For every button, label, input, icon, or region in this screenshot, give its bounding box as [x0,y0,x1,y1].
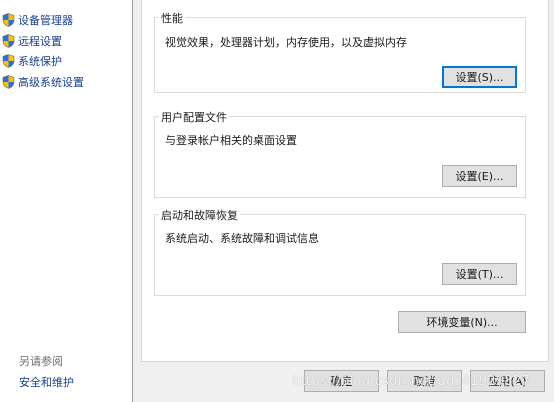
sidebar-link-label: 远程设置 [18,35,62,48]
uac-shield-icon [2,13,15,27]
user-profiles-description: 与登录帐户相关的桌面设置 [165,134,297,147]
performance-description: 视觉效果，处理器计划，内存使用，以及虚拟内存 [165,36,407,49]
system-properties-dialog: 性能 视觉效果，处理器计划，内存使用，以及虚拟内存 设置(S)... 用户配置文… [133,0,554,402]
user-profiles-group: 用户配置文件 与登录帐户相关的桌面设置 设置(E)... [154,109,526,198]
startup-recovery-settings-button[interactable]: 设置(T)... [442,263,517,285]
uac-shield-icon [2,34,15,48]
sidebar-link-advanced-system-settings[interactable]: 高级系统设置 [2,73,84,91]
startup-recovery-group-title: 启动和故障恢复 [159,207,240,223]
uac-shield-icon [2,54,15,68]
user-profiles-settings-button[interactable]: 设置(E)... [442,165,517,187]
startup-recovery-description: 系统启动、系统故障和调试信息 [165,232,319,245]
watermark: https://blog.csdn.net/qq_41929827 [292,374,531,389]
performance-group: 性能 视觉效果，处理器计划，内存使用，以及虚拟内存 设置(S)... [154,10,526,93]
sidebar-link-label: 系统保护 [18,55,62,68]
startup-recovery-group: 启动和故障恢复 系统启动、系统故障和调试信息 设置(T)... [154,207,526,296]
performance-settings-button[interactable]: 设置(S)... [442,66,517,88]
security-and-maintenance-link[interactable]: 安全和维护 [19,374,74,390]
sidebar: 设备管理器 远程设置 系统保护 高级系统设置 另请参阅 安全和维护 [0,0,132,402]
sidebar-link-label: 设备管理器 [18,14,73,27]
user-profiles-group-title: 用户配置文件 [159,109,229,125]
sidebar-link-remote-settings[interactable]: 远程设置 [2,32,62,50]
performance-group-title: 性能 [159,10,185,26]
sidebar-link-system-protection[interactable]: 系统保护 [2,52,62,70]
sidebar-link-label: 高级系统设置 [18,76,84,89]
environment-variables-button[interactable]: 环境变量(N)... [398,311,526,333]
advanced-tab-panel: 性能 视觉效果，处理器计划，内存使用，以及虚拟内存 设置(S)... 用户配置文… [141,0,549,362]
see-also-heading: 另请参阅 [19,355,63,368]
uac-shield-icon [2,75,15,89]
sidebar-link-device-manager[interactable]: 设备管理器 [2,11,73,29]
